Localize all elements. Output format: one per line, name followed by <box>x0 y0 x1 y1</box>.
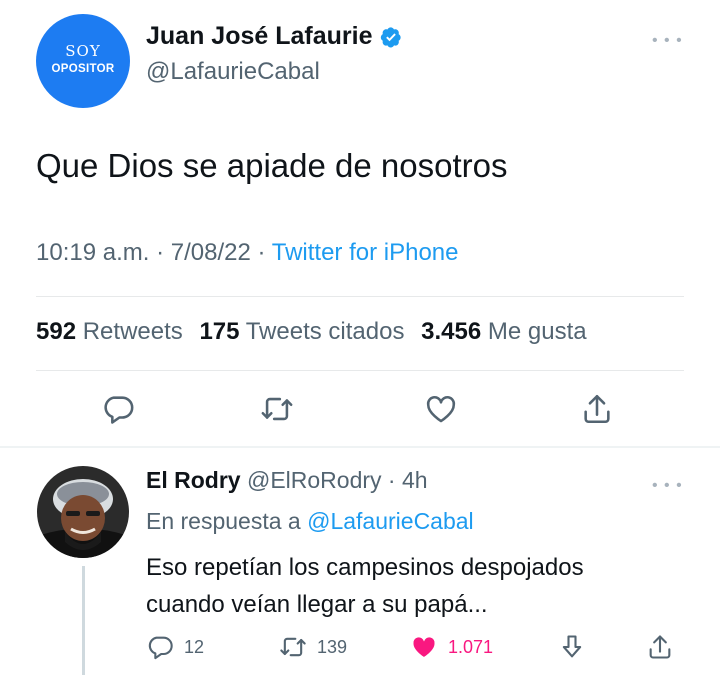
avatar-text-line2: OPOSITOR <box>51 62 115 75</box>
share-icon <box>649 635 671 659</box>
retweets-label: Retweets <box>82 318 183 345</box>
quotes-count: 175 <box>199 318 240 345</box>
reply-retweets-count: 139 <box>317 636 348 657</box>
retweets-count: 592 <box>36 318 77 345</box>
avatar-text-line1: SOY <box>65 41 101 60</box>
retweet-icon[interactable] <box>260 392 294 426</box>
tweet-source[interactable]: Twitter for iPhone <box>272 239 459 266</box>
retweets-stat[interactable]: 592 Retweets <box>36 318 193 345</box>
reply-share-button[interactable] <box>646 633 684 661</box>
reply-age[interactable]: · 4h <box>388 467 428 493</box>
tweet-time[interactable]: 10:19 a.m. <box>36 239 149 266</box>
main-tweet: SOY OPOSITOR Juan José Lafaurie @Lafauri… <box>0 0 720 446</box>
reply-replies-count: 12 <box>184 636 205 657</box>
thread-line <box>82 566 85 675</box>
reply-text-line: Eso repetían los campesinos despojados <box>146 554 584 581</box>
author-avatar[interactable]: SOY OPOSITOR <box>36 14 130 108</box>
reply-header: El Rodry @ElRoRodry · 4h <box>146 467 428 494</box>
more-icon[interactable]: • • • <box>652 32 683 50</box>
reply-author-handle[interactable]: @ElRoRodry <box>247 467 382 493</box>
downvote-icon <box>562 635 582 658</box>
reply-author-name[interactable]: El Rodry <box>146 467 241 493</box>
like-icon[interactable] <box>424 392 458 426</box>
author-handle[interactable]: @LafaurieCabal <box>146 58 320 86</box>
verified-badge-icon <box>381 26 402 48</box>
quotes-label: Tweets citados <box>245 318 405 345</box>
reply-icon[interactable] <box>101 392 135 426</box>
like-filled-icon <box>413 637 435 657</box>
tweet-stats: 592 Retweets 175 Tweets citados 3.456 Me… <box>36 318 597 346</box>
tweet-separator <box>0 446 720 448</box>
quotes-stat[interactable]: 175 Tweets citados <box>199 318 414 345</box>
reply-downvote-button[interactable] <box>558 633 596 661</box>
reply-text: Eso repetían los campesinos despojados c… <box>146 549 584 623</box>
tweet-meta: 10:19 a.m. · 7/08/22 · Twitter for iPhon… <box>36 239 458 267</box>
reply-like-button[interactable]: 1.071 <box>410 633 493 661</box>
replying-prefix: En respuesta a <box>146 508 301 534</box>
tweet-text: Que Dios se apiade de nosotros <box>36 147 508 184</box>
meta-separator: · <box>156 239 165 266</box>
reply-reply-button[interactable]: 12 <box>146 633 204 661</box>
likes-stat[interactable]: 3.456 Me gusta <box>421 318 596 345</box>
reply-retweet-button[interactable]: 139 <box>279 633 347 661</box>
reply-author-avatar[interactable] <box>37 466 129 558</box>
author-name[interactable]: Juan José Lafaurie <box>146 22 372 51</box>
author-name-row[interactable]: Juan José Lafaurie <box>146 22 402 51</box>
divider <box>36 370 684 371</box>
reply-text-line: cuando veían llegar a su papá... <box>146 591 488 618</box>
meta-separator: · <box>257 239 266 266</box>
share-icon[interactable] <box>580 392 614 426</box>
likes-label: Me gusta <box>487 318 587 345</box>
more-icon[interactable]: • • • <box>652 477 683 495</box>
tweet-date[interactable]: 7/08/22 <box>171 239 251 266</box>
reply-likes-count: 1.071 <box>448 636 494 657</box>
divider <box>36 296 684 297</box>
retweet-icon <box>280 637 306 657</box>
likes-count: 3.456 <box>421 318 482 345</box>
replying-to: En respuesta a @LafaurieCabal <box>146 508 474 535</box>
replying-to-handle[interactable]: @LafaurieCabal <box>307 508 474 534</box>
reply-icon <box>148 636 173 660</box>
